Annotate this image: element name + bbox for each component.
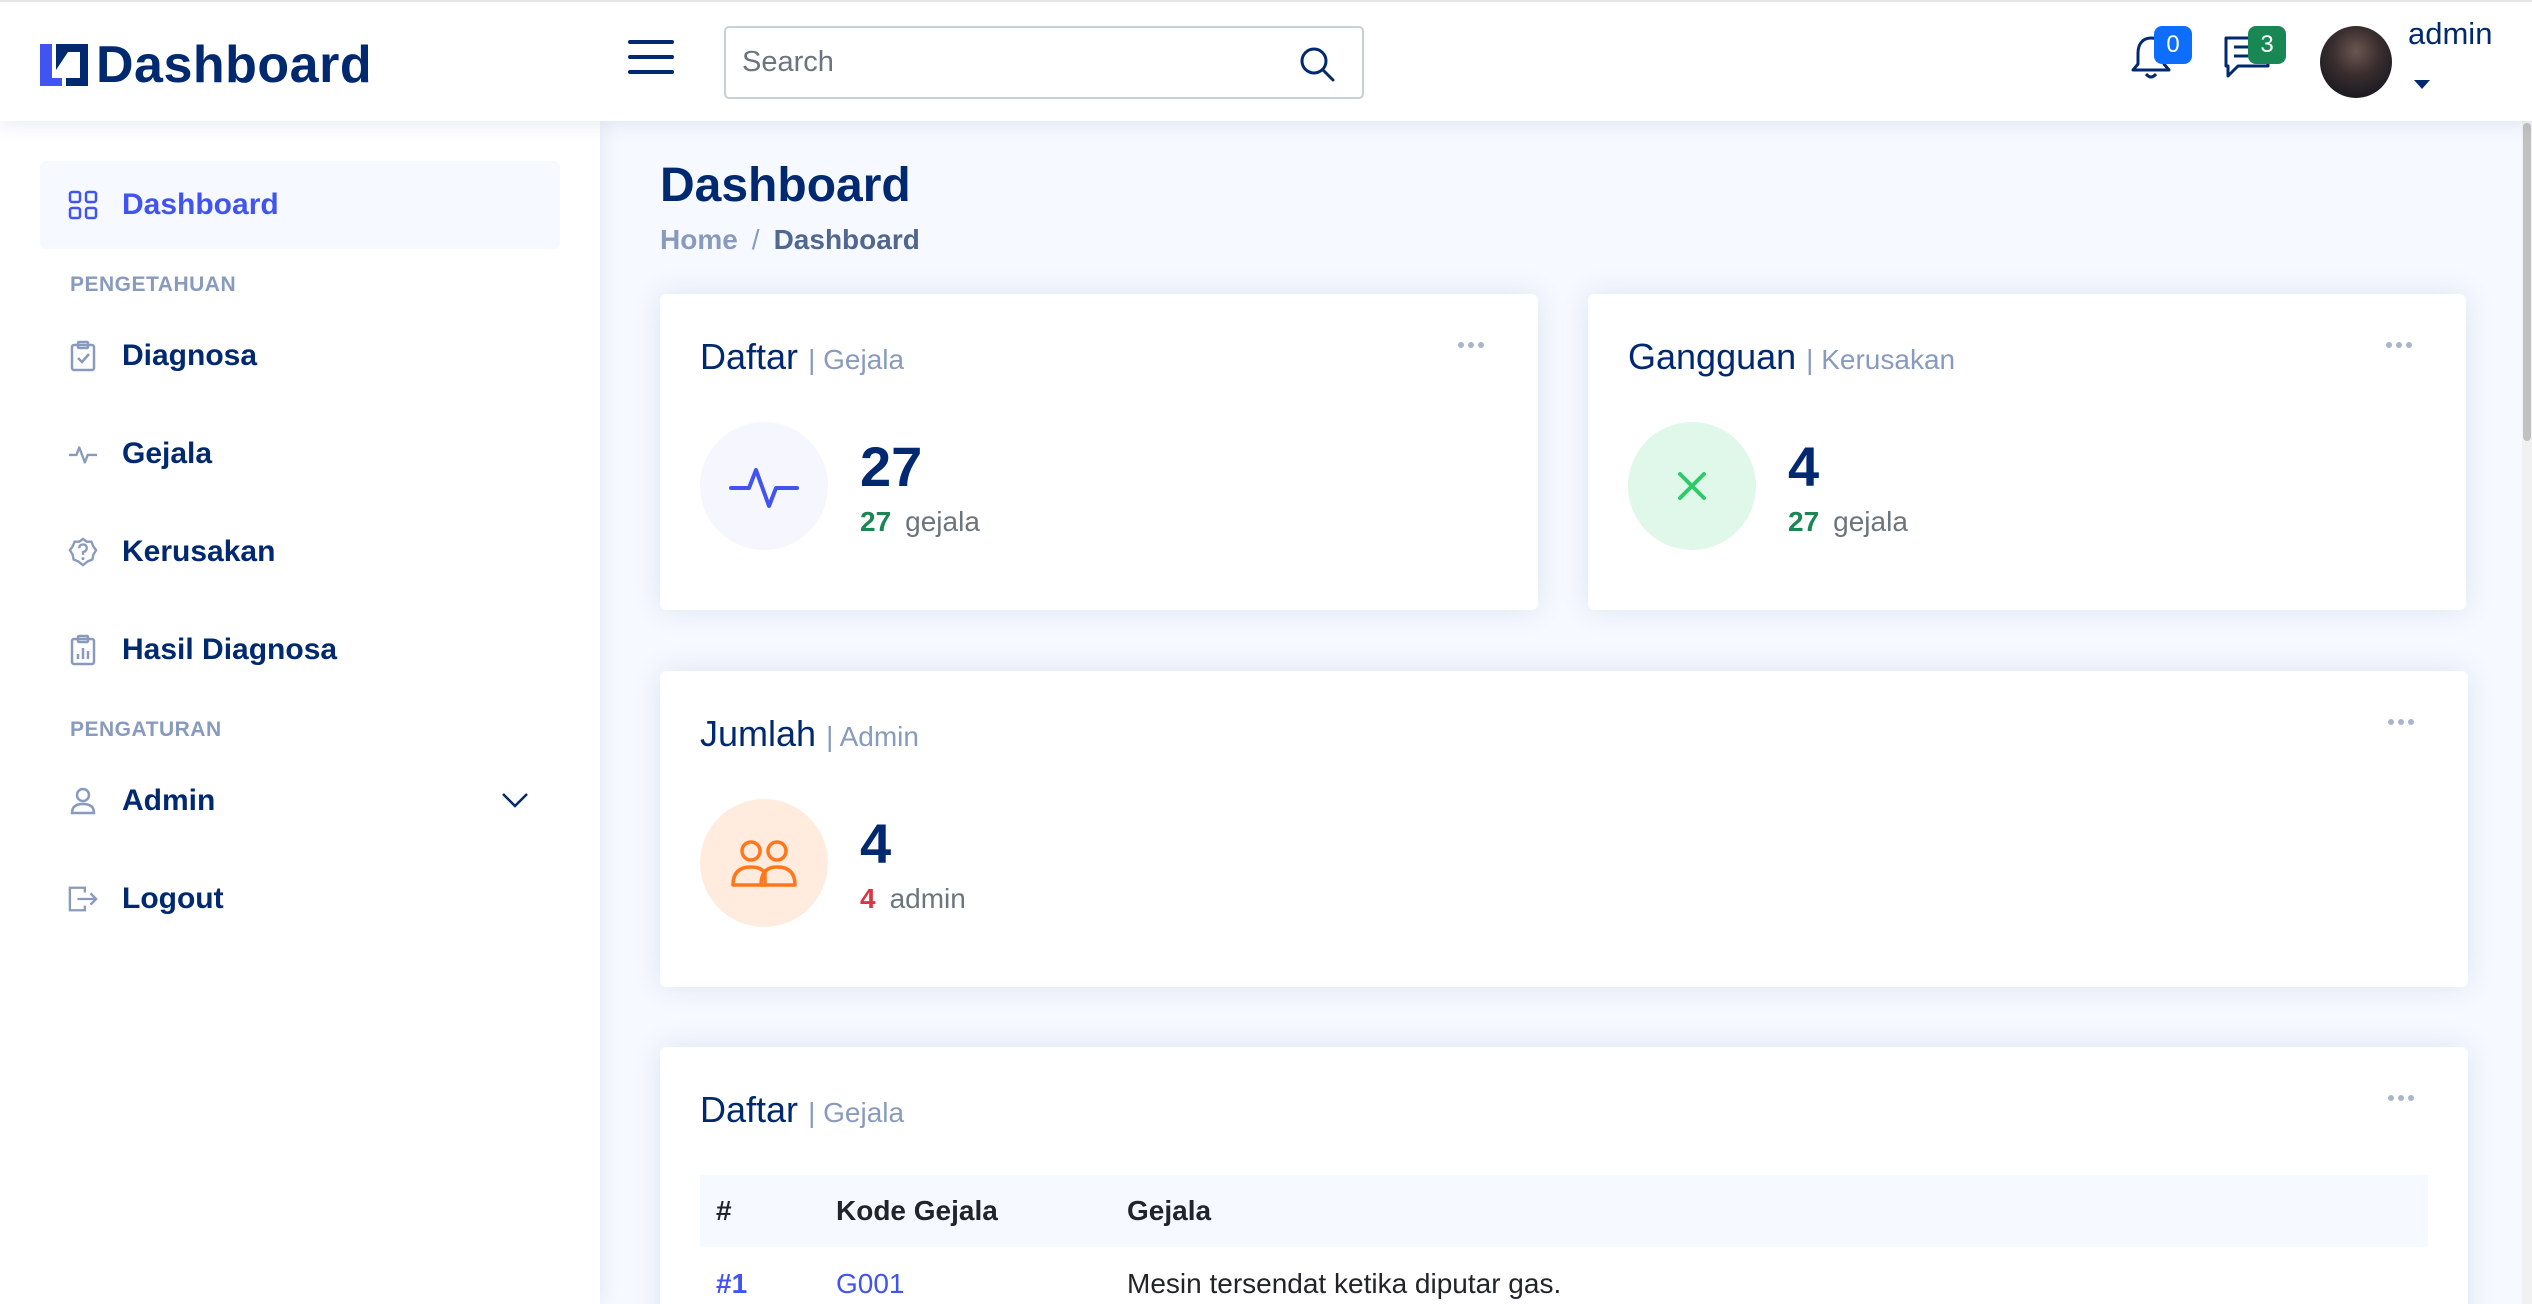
sidebar-item-kerusakan[interactable]: Kerusakan [40, 508, 560, 596]
sidebar-item-diagnosa[interactable]: Diagnosa [40, 312, 560, 400]
breadcrumb-home[interactable]: Home [660, 224, 738, 255]
stat-value: 4 [860, 812, 892, 875]
logo-icon [40, 44, 88, 86]
username[interactable]: admin [2408, 16, 2492, 52]
search-input[interactable] [726, 46, 1286, 79]
sidebar-item-dashboard[interactable]: Dashboard [40, 161, 560, 249]
brand-logo[interactable]: Dashboard [38, 35, 372, 95]
search-bar [724, 26, 1364, 99]
stat-footer: 4 admin [860, 883, 966, 914]
sidebar-item-label: Admin [122, 784, 216, 817]
box-arrow-right-icon [68, 883, 98, 915]
sidebar: Dashboard Pengetahuan Diagnosa Gejala Ke… [0, 121, 600, 1304]
scrollbar-thumb[interactable] [2523, 123, 2531, 441]
sidebar-toggle-button[interactable] [628, 40, 674, 80]
sidebar-item-label: Logout [122, 882, 224, 915]
sidebar-heading-pengetahuan: Pengetahuan [70, 273, 237, 296]
x-icon [1678, 472, 1706, 500]
people-icon [731, 840, 797, 887]
gejala-table: # Kode Gejala Gejala #1 G001 Mesin terse… [700, 1175, 2428, 1304]
three-dots-icon[interactable] [1458, 342, 1498, 352]
sidebar-item-label: Hasil Diagnosa [122, 633, 338, 666]
kerusakan-summary-card: Gangguan | Kerusakan 4 27 gejala [1588, 294, 2466, 610]
question-badge-icon [68, 536, 98, 568]
card-title: Daftar | Gejala [700, 1089, 905, 1130]
search-icon[interactable] [1298, 45, 1336, 83]
sidebar-item-label: Gejala [122, 437, 213, 470]
menu-bar-icon [628, 40, 674, 44]
column-header-number[interactable]: # [700, 1175, 820, 1247]
page-title: Dashboard [660, 159, 911, 212]
clipboard-check-icon [68, 340, 98, 372]
table-row: #1 G001 Mesin tersendat ketika diputar g… [700, 1247, 2428, 1304]
row-code[interactable]: G001 [820, 1247, 1111, 1304]
messages-badge: 3 [2248, 26, 2286, 64]
clipboard-data-icon [68, 634, 98, 666]
card-title: Daftar | Gejala [700, 336, 905, 377]
column-header-code[interactable]: Kode Gejala [820, 1175, 1111, 1247]
stat-value: 27 [860, 435, 923, 498]
three-dots-icon[interactable] [2388, 719, 2428, 729]
sidebar-item-label: Kerusakan [122, 535, 276, 568]
stat-value: 4 [1788, 435, 1820, 498]
messages-button[interactable]: 3 [2222, 26, 2286, 84]
column-header-gejala[interactable]: Gejala [1111, 1175, 2428, 1247]
row-gejala: Mesin tersendat ketika diputar gas. [1111, 1247, 2428, 1304]
stat-footer: 27 gejala [1788, 506, 1908, 537]
table-header-row: # Kode Gejala Gejala [700, 1175, 2428, 1247]
sidebar-item-logout[interactable]: Logout [40, 855, 560, 943]
card-icon-circle [700, 799, 828, 927]
sidebar-item-label: Dashboard [122, 188, 279, 221]
brand-text: Dashboard [96, 36, 373, 94]
menu-bar-icon [628, 55, 674, 59]
grid-icon [68, 189, 98, 221]
breadcrumb: Home / Dashboard [660, 224, 920, 256]
menu-bar-icon [628, 70, 674, 74]
page-scrollbar[interactable] [2522, 121, 2532, 1304]
activity-icon [729, 468, 799, 508]
three-dots-icon[interactable] [2388, 1095, 2428, 1105]
row-rank[interactable]: #1 [700, 1247, 820, 1304]
gejala-list-card: Daftar | Gejala # Kode Gejala Gejala #1 … [660, 1047, 2468, 1304]
gejala-summary-card: Daftar | Gejala 27 27 gejala [660, 294, 1538, 610]
card-title: Gangguan | Kerusakan [1628, 336, 1956, 377]
card-title: Jumlah | Admin [700, 713, 919, 754]
breadcrumb-current: Dashboard [773, 224, 920, 255]
sidebar-item-gejala[interactable]: Gejala [40, 410, 560, 498]
sidebar-item-label: Diagnosa [122, 339, 258, 372]
notifications-badge: 0 [2154, 26, 2192, 64]
stat-footer: 27 gejala [860, 506, 980, 537]
chevron-down-icon[interactable] [500, 785, 530, 815]
card-icon-circle [1628, 422, 1756, 550]
avatar[interactable] [2320, 26, 2392, 98]
notifications-button[interactable]: 0 [2128, 26, 2192, 84]
person-icon [68, 785, 98, 817]
sidebar-item-hasil-diagnosa[interactable]: Hasil Diagnosa [40, 606, 560, 694]
activity-icon [68, 438, 98, 470]
header: Dashboard 0 3 admin [0, 0, 2532, 121]
admin-summary-card: Jumlah | Admin 4 4 admin [660, 671, 2468, 987]
three-dots-icon[interactable] [2386, 342, 2426, 352]
caret-down-icon[interactable] [2414, 80, 2430, 89]
sidebar-heading-pengaturan: Pengaturan [70, 718, 222, 741]
breadcrumb-separator: / [751, 224, 760, 255]
sidebar-item-admin[interactable]: Admin [40, 757, 560, 845]
card-icon-circle [700, 422, 828, 550]
